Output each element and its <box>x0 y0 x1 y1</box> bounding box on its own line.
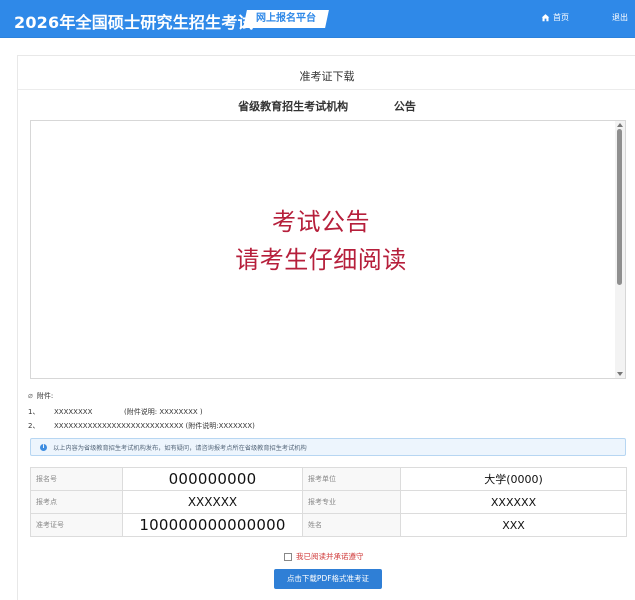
portal-badge: 网上报名平台 <box>243 10 329 28</box>
attachment-description: (附件说明: XXXXXXXX ) <box>124 408 203 416</box>
attachments-label: 附件: <box>36 392 54 400</box>
table-row: 报名号 000000000 报考单位 大学(0000) <box>30 467 627 491</box>
page-title: 准考证下载 <box>299 70 355 83</box>
major-value: XXXXXX <box>400 490 627 514</box>
major-label: 报考专业 <box>302 490 401 514</box>
attachment-item[interactable]: 1、 XXXXXXXX (附件说明: XXXXXXXX ) <box>28 405 588 419</box>
table-row: 准考证号 100000000000000 姓名 XXX <box>30 513 627 537</box>
attachment-item[interactable]: 2、 XXXXXXXXXXXXXXXXXXXXXXXXXXX (附件说明:XXX… <box>28 419 588 433</box>
candidate-name-label: 姓名 <box>302 513 401 537</box>
announcement-line-secondary: 请考生仔细阅读 <box>235 246 407 274</box>
exam-site-label: 报考点 <box>30 490 123 514</box>
candidate-information-table: 报名号 000000000 报考单位 大学(0000) 报考点 XXXXXX 报… <box>30 467 627 537</box>
title-divider <box>18 89 635 90</box>
exam-site-value: XXXXXX <box>122 490 303 514</box>
registration-number-value: 000000000 <box>122 467 303 491</box>
candidate-name-value: XXX <box>400 513 627 537</box>
attachment-index: 2、 <box>28 422 40 430</box>
scroll-up-arrow-icon[interactable] <box>617 123 623 127</box>
agreement-checkbox-row[interactable]: 我已阅读并承诺遵守 <box>284 551 364 562</box>
registration-number-label: 报名号 <box>30 467 123 491</box>
announcement-source: 省级教育招生考试机构 <box>238 100 349 113</box>
vertical-scrollbar[interactable] <box>615 121 625 378</box>
agreement-checkbox[interactable] <box>284 552 292 561</box>
home-link[interactable]: 首页 <box>541 12 569 23</box>
main-content-panel: 准考证下载 省级教育招生考试机构 公告 考试公告 请考生仔细阅读 ⌀ 附件: 1… <box>17 55 635 600</box>
top-navigation-bar: 2026年全国硕士研究生招生考试 网上报名平台 首页 退出 <box>0 0 635 38</box>
app-title: 2026年全国硕士研究生招生考试 <box>14 13 254 32</box>
scrollbar-thumb[interactable] <box>617 129 622 285</box>
announcement-scroll-area[interactable]: 考试公告 请考生仔细阅读 <box>30 120 626 379</box>
attachment-name[interactable]: XXXXXXXXXXXXXXXXXXXXXXXXXXX <box>54 422 183 430</box>
attachment-description: (附件说明:XXXXXXX) <box>185 422 255 430</box>
announcement-line-primary: 考试公告 <box>272 208 370 236</box>
attachment-name[interactable]: XXXXXXXX <box>54 408 120 416</box>
applied-unit-value: 大学(0000) <box>400 467 627 491</box>
admission-ticket-value: 100000000000000 <box>122 513 303 537</box>
information-alert-text: 以上内容为省级教育招生考试机构发布，如有疑问，请咨询报考点所在省级教育招生考试机… <box>53 444 307 452</box>
attachments-section: ⌀ 附件: 1、 XXXXXXXX (附件说明: XXXXXXXX ) 2、 X… <box>28 390 588 433</box>
announcement-label: 公告 <box>393 100 416 113</box>
agreement-label[interactable]: 我已阅读并承诺遵守 <box>296 551 364 562</box>
attachments-heading: ⌀ 附件: <box>28 390 588 402</box>
table-row: 报考点 XXXXXX 报考专业 XXXXXX <box>30 490 627 514</box>
logout-link[interactable]: 退出 <box>612 12 628 23</box>
portal-badge-label: 网上报名平台 <box>256 13 316 24</box>
announcement-heading: 省级教育招生考试机构 公告 <box>18 98 635 114</box>
admission-ticket-label: 准考证号 <box>30 513 123 537</box>
download-pdf-button[interactable]: 点击下载PDF格式准考证 <box>274 569 382 589</box>
scroll-down-arrow-icon[interactable] <box>617 372 623 376</box>
home-icon <box>541 13 550 22</box>
home-label: 首页 <box>553 13 569 22</box>
information-alert: i 以上内容为省级教育招生考试机构发布，如有疑问，请咨询报考点所在省级教育招生考… <box>30 438 626 456</box>
announcement-message: 考试公告 请考生仔细阅读 <box>31 203 611 279</box>
paperclip-icon: ⌀ <box>28 391 33 400</box>
info-icon: i <box>40 443 47 451</box>
applied-unit-label: 报考单位 <box>302 467 401 491</box>
attachment-index: 1、 <box>28 408 40 416</box>
